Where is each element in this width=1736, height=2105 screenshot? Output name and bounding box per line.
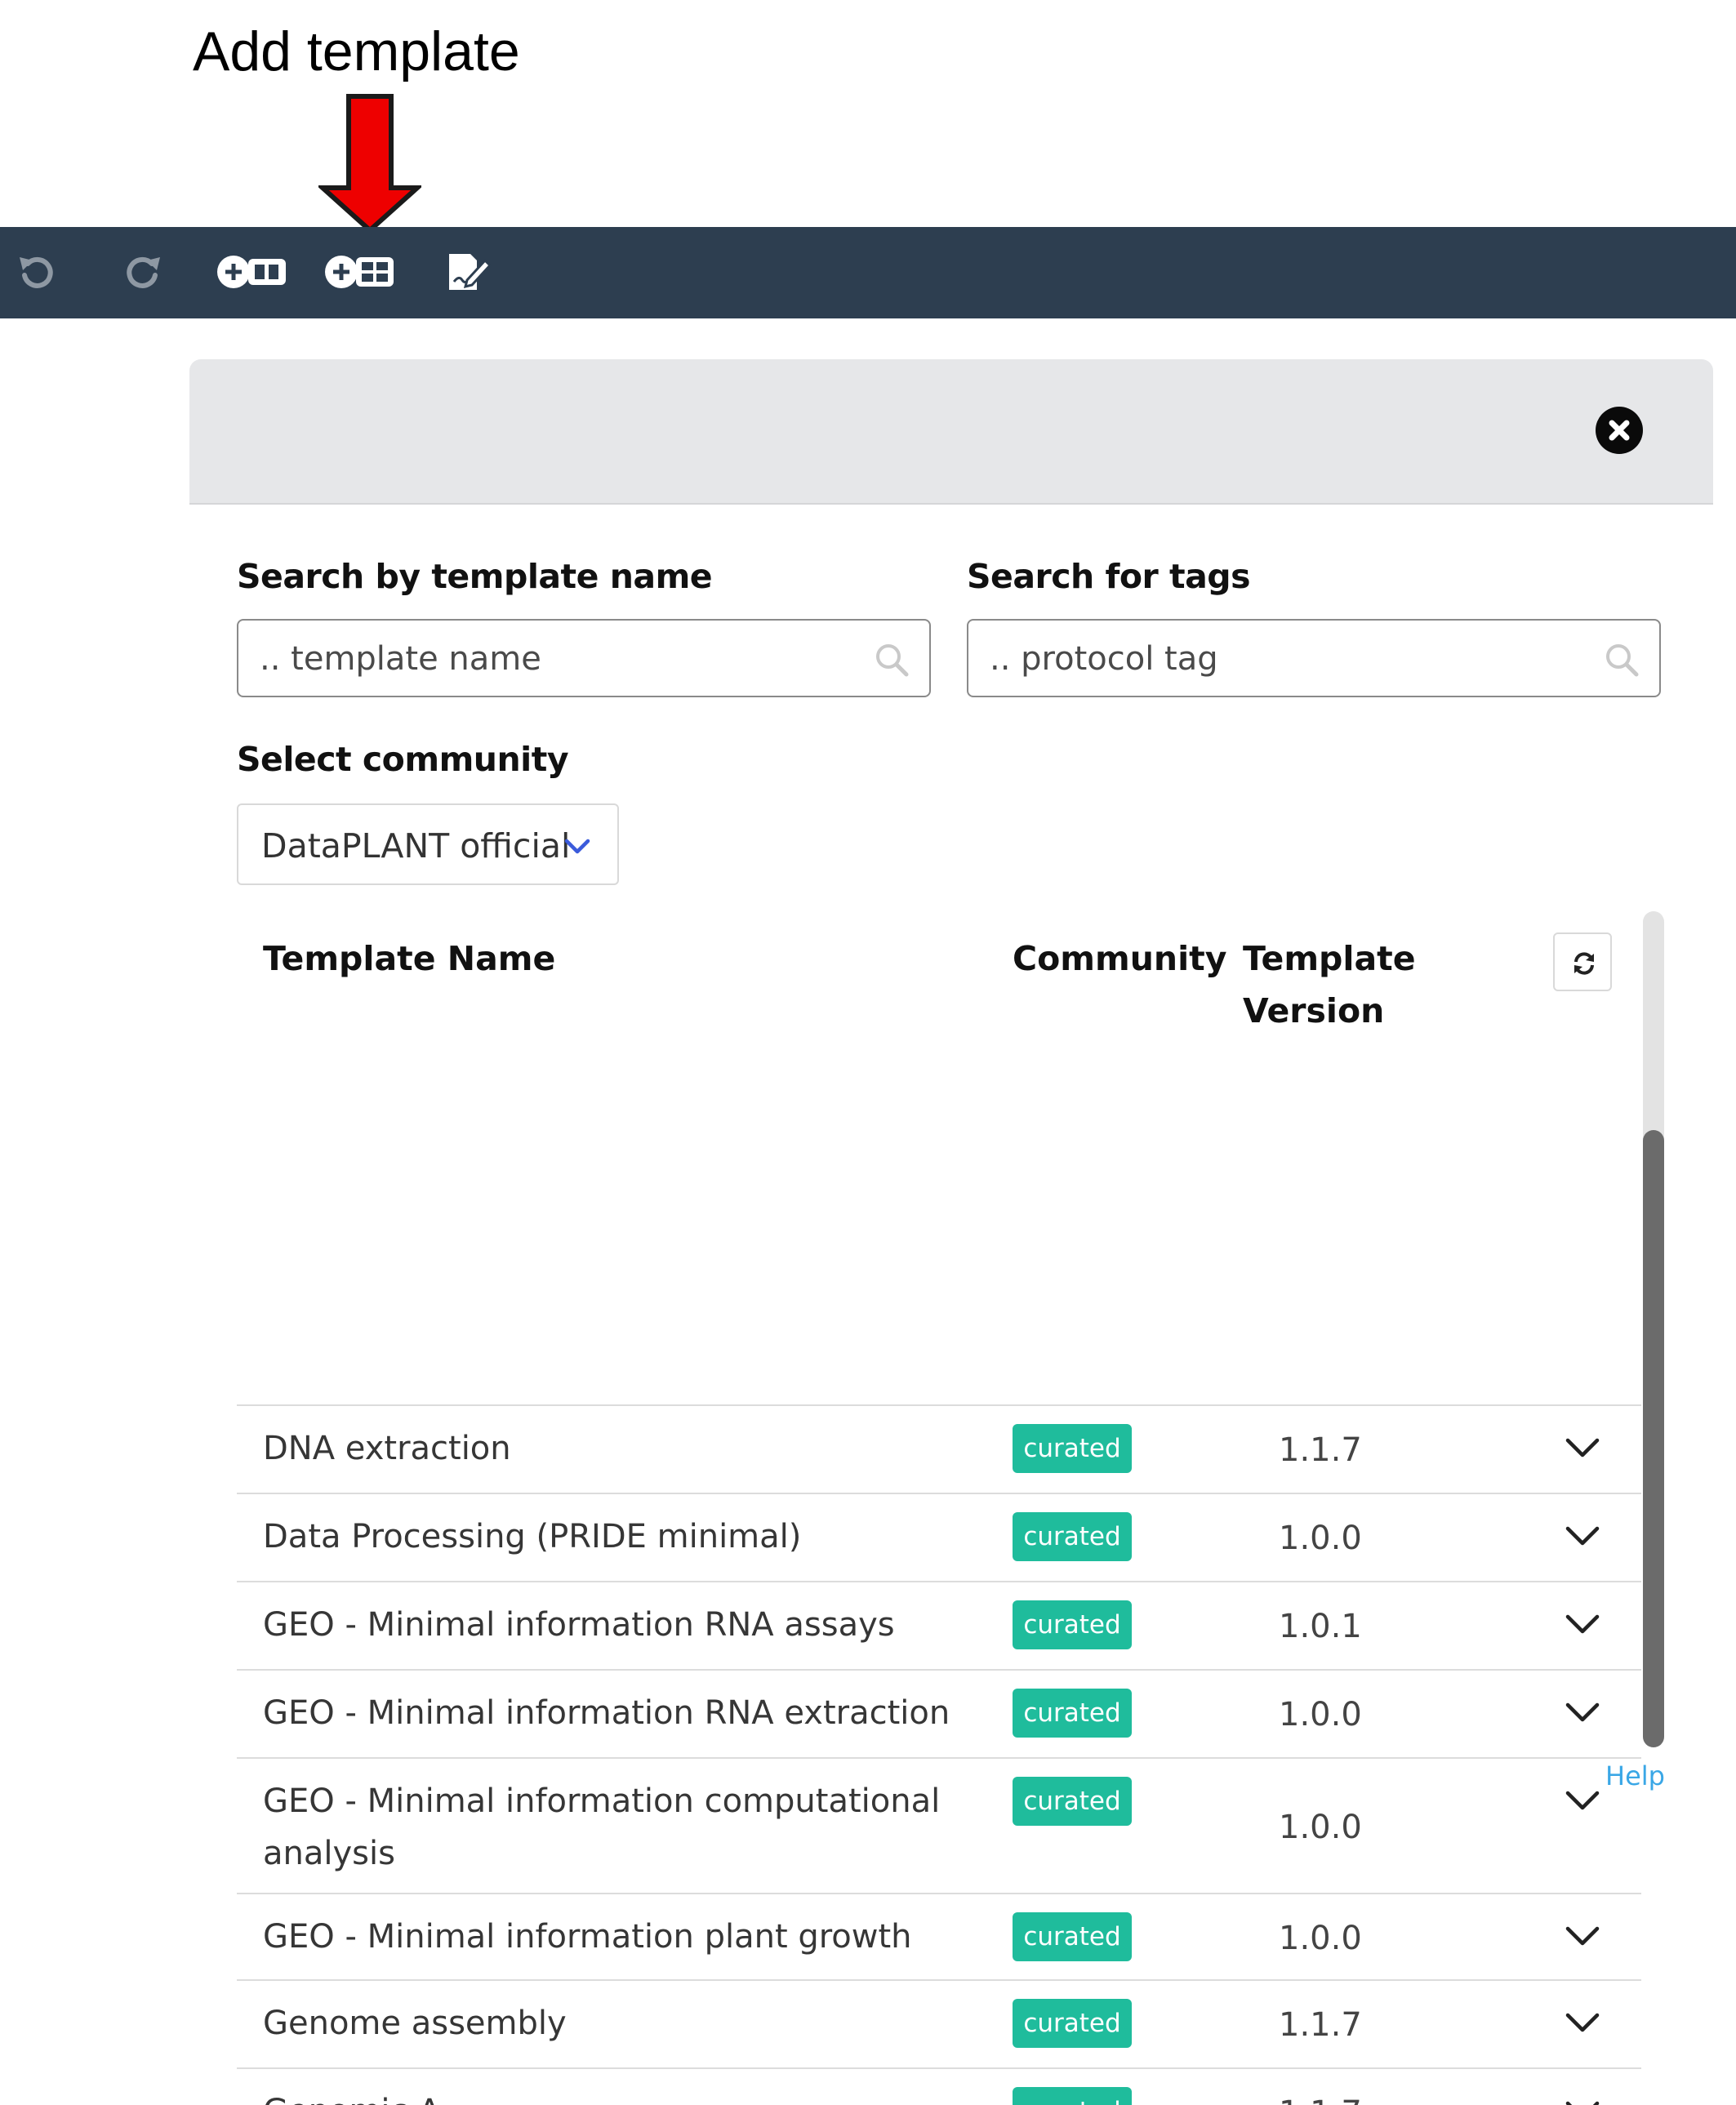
expand-chevron-icon[interactable] bbox=[1565, 1612, 1600, 1636]
community-badge: curated bbox=[1013, 1999, 1132, 2048]
template-name-cell: GEO - Minimal information plant growth bbox=[263, 1918, 912, 1956]
community-badge: curated bbox=[1013, 1600, 1132, 1649]
template-table: Template Name Community Template Version… bbox=[237, 911, 1641, 2105]
community-badge: curated bbox=[1013, 1912, 1132, 1961]
template-name-cell: Genome assembly bbox=[263, 2005, 567, 2042]
template-version-cell: 1.0.0 bbox=[1279, 1920, 1362, 1957]
template-name-cell: GEO - Minimal information RNA extraction bbox=[263, 1694, 950, 1732]
close-button[interactable] bbox=[1596, 407, 1643, 454]
table-row[interactable]: GEO - Minimal information RNA extraction… bbox=[237, 1669, 1641, 1757]
refresh-button[interactable] bbox=[1553, 932, 1612, 991]
expand-chevron-icon[interactable] bbox=[1565, 1700, 1600, 1724]
table-row[interactable]: GEO - Minimal information computational … bbox=[237, 1757, 1641, 1893]
table-row[interactable]: GEO - Minimal information RNA assays cura… bbox=[237, 1581, 1641, 1669]
add-building-block-icon bbox=[217, 256, 286, 288]
search-icon bbox=[1606, 644, 1639, 677]
community-label: Select community bbox=[237, 740, 569, 779]
chevron-down-icon bbox=[564, 839, 590, 854]
expand-chevron-icon[interactable] bbox=[1565, 2098, 1600, 2105]
table-row[interactable]: Genomic A curated 1.1.7 bbox=[237, 2067, 1641, 2105]
redo-icon bbox=[127, 256, 160, 288]
table-row[interactable]: DNA extraction curated 1.1.7 bbox=[237, 1404, 1641, 1493]
add-template-button[interactable] bbox=[323, 245, 397, 299]
toolbar bbox=[0, 227, 1736, 318]
community-select[interactable]: DataPLANT official bbox=[237, 803, 619, 885]
tag-search-input[interactable] bbox=[988, 621, 1596, 697]
file-edit-icon bbox=[449, 254, 492, 290]
help-link[interactable]: Help bbox=[1605, 1760, 1665, 1791]
community-badge: curated bbox=[1013, 1777, 1132, 1826]
template-version-cell: 1.1.7 bbox=[1279, 2006, 1362, 2044]
template-name-cell: Data Processing (PRIDE minimal) bbox=[263, 1518, 802, 1555]
expand-chevron-icon[interactable] bbox=[1565, 1788, 1600, 1813]
column-header-version-line-1: Template bbox=[1243, 939, 1416, 978]
add-template-icon bbox=[325, 256, 394, 288]
expand-chevron-icon[interactable] bbox=[1565, 1435, 1600, 1460]
table-scrollbar[interactable] bbox=[1643, 911, 1664, 1747]
template-version-cell: 1.0.0 bbox=[1279, 1520, 1362, 1557]
search-icon bbox=[876, 644, 909, 677]
community-badge: curated bbox=[1013, 1689, 1132, 1738]
refresh-icon bbox=[1574, 952, 1594, 975]
community-badge: curated bbox=[1013, 1424, 1132, 1473]
close-icon bbox=[1609, 420, 1630, 441]
column-header-template-name[interactable]: Template Name bbox=[263, 932, 555, 985]
redo-button[interactable] bbox=[121, 245, 167, 299]
template-name-cell: GEO - Minimal information RNA assays bbox=[263, 1606, 895, 1644]
search-name-label: Search by template name bbox=[237, 557, 713, 596]
table-row[interactable]: Data Processing (PRIDE minimal) curated 1.… bbox=[237, 1493, 1641, 1581]
template-search-modal: Search by template name Search for tags … bbox=[189, 359, 1713, 2105]
column-header-community[interactable]: Community bbox=[1013, 932, 1226, 985]
modal-header bbox=[189, 359, 1713, 505]
column-header-version-line-2: Version bbox=[1243, 991, 1385, 1030]
template-version-cell: 1.0.0 bbox=[1279, 1809, 1362, 1846]
expand-chevron-icon[interactable] bbox=[1565, 1524, 1600, 1548]
file-edit-button[interactable] bbox=[444, 245, 493, 299]
expand-chevron-icon[interactable] bbox=[1565, 2010, 1600, 2035]
template-version-cell: 1.0.1 bbox=[1279, 1608, 1362, 1645]
undo-icon bbox=[20, 256, 53, 288]
template-version-cell: 1.1.7 bbox=[1279, 1431, 1362, 1469]
community-badge: curated bbox=[1013, 1512, 1132, 1561]
add-building-block-button[interactable] bbox=[216, 245, 289, 299]
scrollbar-thumb[interactable] bbox=[1643, 1130, 1664, 1747]
community-badge: curated bbox=[1013, 2087, 1132, 2105]
community-select-value: DataPLANT official bbox=[261, 826, 571, 866]
template-name-cell: DNA extraction bbox=[263, 1430, 511, 1467]
template-name-search-field[interactable] bbox=[237, 619, 931, 697]
template-version-cell: 1.1.7 bbox=[1279, 2087, 1362, 2105]
template-name-search-input[interactable] bbox=[258, 621, 866, 697]
template-version-cell: 1.0.0 bbox=[1279, 1696, 1362, 1733]
annotation-title: Add template bbox=[193, 20, 520, 82]
table-row[interactable]: Genome assembly curated 1.1.7 bbox=[237, 1979, 1641, 2067]
template-name-cell: GEO - Minimal information computational … bbox=[263, 1782, 941, 1872]
tag-search-field[interactable] bbox=[967, 619, 1661, 697]
undo-button[interactable] bbox=[13, 245, 59, 299]
search-tags-label: Search for tags bbox=[967, 557, 1251, 596]
template-name-cell: Genomic A bbox=[263, 2085, 965, 2105]
table-row[interactable]: GEO - Minimal information plant growth cu… bbox=[237, 1893, 1641, 1979]
expand-chevron-icon[interactable] bbox=[1565, 1924, 1600, 1948]
column-header-template-version[interactable]: Template Version bbox=[1243, 932, 1416, 1037]
down-arrow-annotation-icon bbox=[318, 94, 421, 234]
